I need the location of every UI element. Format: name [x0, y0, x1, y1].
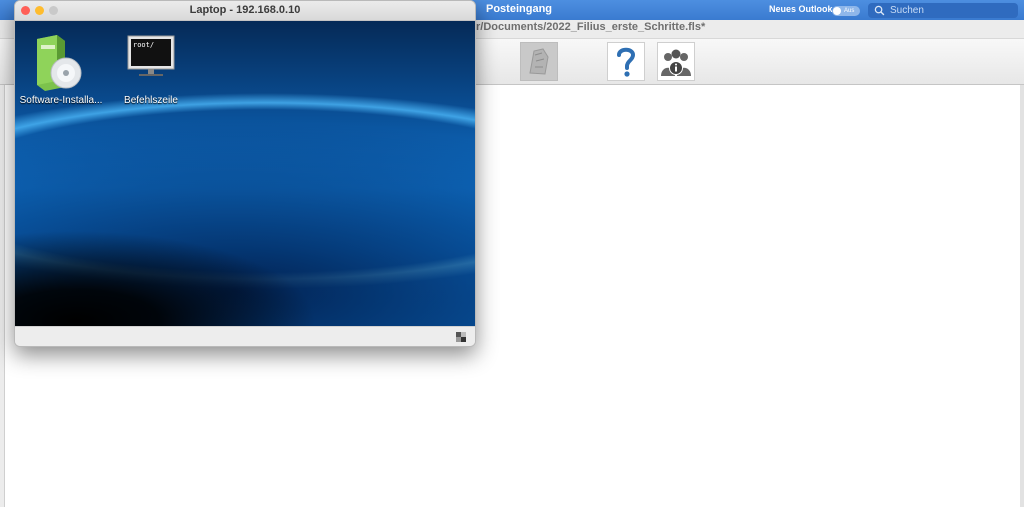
filius-file-path: r/Documents/2022_Filius_erste_Schritte.f…: [476, 21, 706, 33]
desktop-icon-label: Befehlszeile: [124, 95, 178, 106]
resize-icon[interactable]: [455, 331, 467, 343]
search-placeholder: Suchen: [890, 5, 924, 16]
toggle-state-label: Aus: [844, 8, 855, 14]
network-button[interactable]: [520, 42, 558, 81]
help-icon: [617, 47, 636, 77]
laptop-window-title: Laptop - 192.168.0.10: [189, 4, 301, 16]
info-button[interactable]: [657, 42, 695, 81]
neues-outlook-toggle[interactable]: Aus: [832, 6, 860, 16]
terminal-screen-text: root/: [133, 41, 154, 49]
software-install-icon: [37, 35, 82, 91]
laptop-window-titlebar[interactable]: Laptop - 192.168.0.10: [15, 1, 475, 21]
laptop-desktop[interactable]: Software-Installa... root/ Befehlszeile: [15, 21, 475, 326]
search-input[interactable]: Suchen: [868, 3, 1018, 18]
canvas-scrollbar[interactable]: [1020, 85, 1024, 507]
terminal-icon: root/: [127, 35, 175, 76]
neues-outlook-label: Neues Outlook: [769, 4, 833, 14]
desktop-icon-befehlszeile[interactable]: root/ Befehlszeile: [103, 33, 199, 106]
network-icon: [529, 48, 549, 75]
desktop-icon-label: Software-Installa...: [19, 95, 103, 106]
laptop-window-statusbar: [15, 326, 475, 346]
search-icon: [874, 5, 885, 16]
help-button[interactable]: [607, 42, 645, 81]
laptop-window: Laptop - 192.168.0.10 Software-Installa.…: [14, 0, 476, 347]
desktop-icon-software-install[interactable]: Software-Installa...: [15, 33, 109, 106]
outlook-window-title: Posteingang: [486, 3, 553, 15]
toggle-knob: [833, 7, 841, 15]
info-icon: [661, 49, 691, 76]
